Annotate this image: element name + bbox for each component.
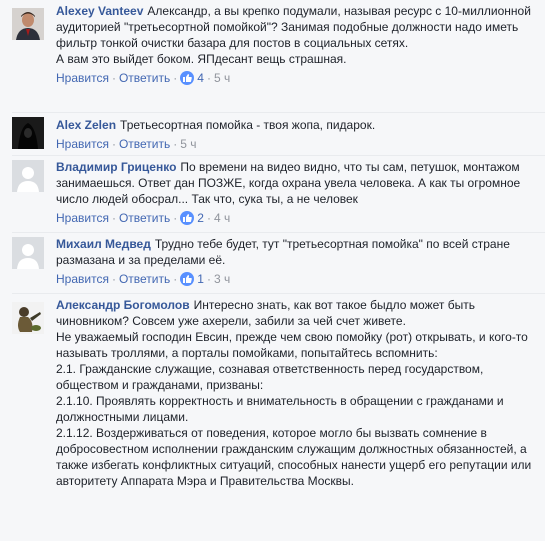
avatar-photo [12, 8, 44, 40]
comment-body: Alex Zelen Третьесортная помойка - твоя ж… [56, 117, 537, 152]
separator: · [173, 211, 178, 225]
separator: · [206, 272, 211, 286]
default-avatar-icon [12, 160, 44, 192]
separator: · [173, 137, 178, 151]
avatar[interactable] [12, 160, 44, 192]
comment-body: Alexey Vanteev Александр, а вы крепко под… [56, 3, 537, 86]
avatar-photo [12, 302, 44, 334]
like-link[interactable]: Нравится [56, 71, 109, 85]
avatar[interactable] [12, 117, 44, 149]
like-link[interactable]: Нравится [56, 211, 109, 225]
reply-link[interactable]: Ответить [119, 71, 170, 85]
comment-author[interactable]: Alex Zelen [56, 118, 116, 132]
comment-time[interactable]: 3 ч [214, 272, 230, 286]
separator: · [206, 71, 211, 85]
separator: · [111, 211, 116, 225]
comment-author[interactable]: Михаил Медвед [56, 237, 151, 251]
comment-actions: Нравится · Ответить · 2 · 4 ч [56, 210, 537, 226]
comment-item: Владимир Гриценко По времени на видео вид… [0, 156, 545, 232]
comment-author[interactable]: Владимир Гриценко [56, 160, 176, 174]
avatar[interactable] [12, 8, 44, 40]
like-link[interactable]: Нравится [56, 137, 109, 151]
reply-link[interactable]: Ответить [119, 137, 170, 151]
comment-body: Михаил Медвед Трудно тебе будет, тут "тре… [56, 236, 537, 287]
comment-actions: Нравится · Ответить · 4 · 5 ч [56, 70, 537, 86]
avatar[interactable] [12, 302, 44, 334]
separator: · [206, 211, 211, 225]
reply-link[interactable]: Ответить [119, 211, 170, 225]
comment-actions: Нравится · Ответить · 5 ч [56, 136, 537, 152]
comment-time[interactable]: 5 ч [180, 137, 196, 151]
like-count[interactable]: 4 [197, 71, 204, 85]
comment-item: Alexey Vanteev Александр, а вы крепко под… [0, 0, 545, 112]
separator: · [111, 137, 116, 151]
comment-time[interactable]: 5 ч [214, 71, 230, 85]
thumbs-up-icon[interactable] [180, 272, 195, 286]
separator: · [111, 71, 116, 85]
reply-link[interactable]: Ответить [119, 272, 170, 286]
separator: · [173, 272, 178, 286]
separator: · [173, 71, 178, 85]
thumbs-up-icon[interactable] [180, 71, 195, 85]
comment-item: Alex Zelen Третьесортная помойка - твоя ж… [0, 113, 545, 155]
default-avatar-icon [12, 237, 44, 269]
like-count[interactable]: 2 [197, 211, 204, 225]
separator: · [111, 272, 116, 286]
comment-author[interactable]: Александр Богомолов [56, 298, 190, 312]
like-link[interactable]: Нравится [56, 272, 109, 286]
comment-body: Владимир Гриценко По времени на видео вид… [56, 159, 537, 226]
comment-body: Александр Богомолов Интересно знать, как … [56, 297, 537, 489]
like-count[interactable]: 1 [197, 272, 204, 286]
comment-text: Третьесортная помойка - твоя жопа, пидар… [120, 118, 376, 132]
comment-text: Интересно знать, как вот такое быдло мож… [56, 298, 532, 488]
comment-item: Александр Богомолов Интересно знать, как … [0, 294, 545, 541]
comment-item: Михаил Медвед Трудно тебе будет, тут "тре… [0, 233, 545, 293]
comment-actions: Нравится · Ответить · 1 · 3 ч [56, 271, 537, 287]
avatar[interactable] [12, 237, 44, 269]
comment-time[interactable]: 4 ч [214, 211, 230, 225]
thumbs-up-icon[interactable] [180, 211, 195, 225]
avatar-photo [12, 117, 44, 149]
comment-author[interactable]: Alexey Vanteev [56, 4, 143, 18]
